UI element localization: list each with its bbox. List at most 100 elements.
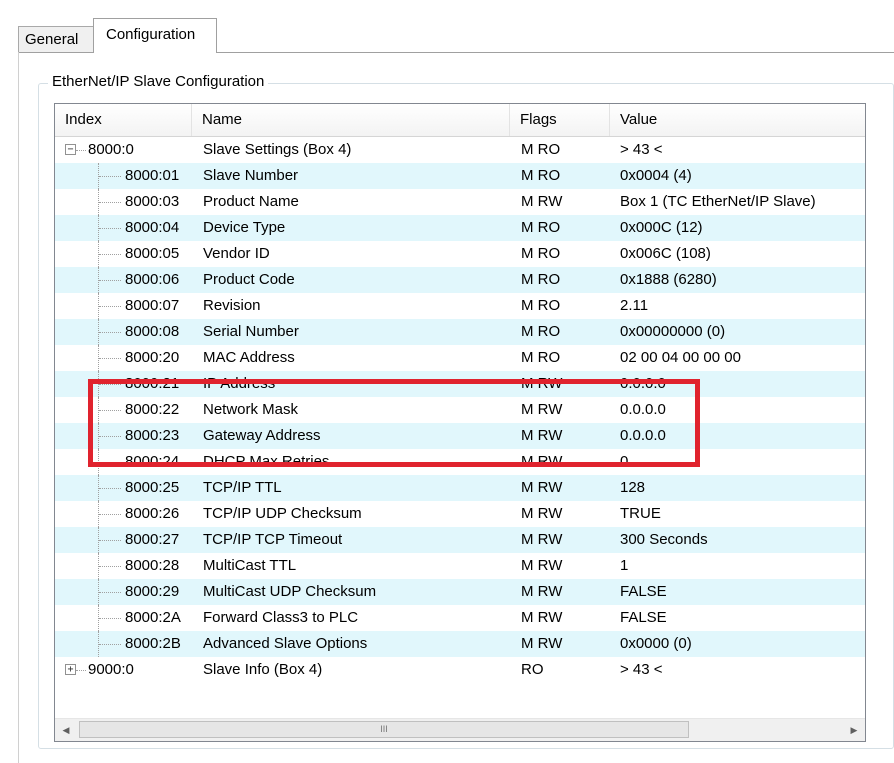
cell-value: > 43 < (620, 661, 663, 678)
cell-name: TCP/IP TCP Timeout (203, 531, 343, 548)
cell-index: 8000:29 (125, 583, 180, 600)
cell-value: 0 (620, 453, 629, 470)
cell-value: Box 1 (TC EtherNet/IP Slave) (620, 193, 816, 210)
panel-border (18, 52, 19, 763)
cell-value: 0x006C (108) (620, 245, 711, 262)
tree-connector (99, 436, 121, 437)
tree-connector (76, 670, 86, 671)
cell-value: 0.0.0.0 (620, 375, 666, 392)
cell-name: Slave Number (203, 167, 299, 184)
table-row[interactable]: 8000:25 TCP/IP TTL M RW 128 (55, 475, 865, 501)
cell-index: 8000:22 (125, 401, 180, 418)
table-row[interactable]: 8000:21 IP Address M RW 0.0.0.0 (55, 371, 865, 397)
cell-flags: RO (521, 661, 544, 678)
tab-configuration[interactable]: Configuration (93, 18, 217, 53)
table-row[interactable]: 8000:06 Product Code M RO 0x1888 (6280) (55, 267, 865, 293)
expand-icon[interactable]: + (65, 664, 76, 675)
cell-flags: M RW (521, 453, 563, 470)
cell-flags: M RW (521, 427, 563, 444)
tree-connector (99, 540, 121, 541)
cell-index: 8000:03 (125, 193, 180, 210)
table-row[interactable]: 8000:03 Product Name M RW Box 1 (TC EtherNe… (55, 189, 865, 215)
table-row[interactable]: 8000:07 Revision M RO 2.11 (55, 293, 865, 319)
cell-index: 8000:2A (125, 609, 181, 626)
tree-connector (99, 280, 121, 281)
cell-value: 128 (620, 479, 646, 496)
horizontal-scrollbar[interactable]: ◀ III ▶ (55, 718, 865, 741)
cell-name: IP Address (203, 375, 276, 392)
cell-flags: M RO (521, 245, 561, 262)
scroll-thumb[interactable]: III (79, 721, 689, 738)
tree-connector (99, 306, 121, 307)
cell-name: TCP/IP TTL (203, 479, 282, 496)
cell-index: 9000:0 (88, 661, 134, 678)
table-row[interactable]: 8000:20 MAC Address M RO 02 00 04 00 00 00 (55, 345, 865, 371)
table-row[interactable]: 8000:26 TCP/IP UDP Checksum M RW TRUE (55, 501, 865, 527)
table-row[interactable]: 8000:22 Network Mask M RW 0.0.0.0 (55, 397, 865, 423)
cell-value: 0x0000 (0) (620, 635, 692, 652)
cell-name: MultiCast UDP Checksum (203, 583, 377, 600)
cell-flags: M RO (521, 349, 561, 366)
scroll-right-icon[interactable]: ▶ (843, 719, 865, 741)
table-row[interactable]: 8000:23 Gateway Address M RW 0.0.0.0 (55, 423, 865, 449)
cell-index: 8000:06 (125, 271, 180, 288)
cell-name: Vendor ID (203, 245, 270, 262)
cell-index: 8000:04 (125, 219, 180, 236)
cell-name: Network Mask (203, 401, 299, 418)
cell-value: 2.11 (620, 297, 649, 314)
tree-connector (99, 618, 121, 619)
cell-flags: M RW (521, 401, 563, 418)
cell-index: 8000:01 (125, 167, 180, 184)
cell-value: 0x1888 (6280) (620, 271, 717, 288)
tab-general[interactable]: General (18, 26, 94, 52)
table-row[interactable]: 8000:05 Vendor ID M RO 0x006C (108) (55, 241, 865, 267)
cell-name: MultiCast TTL (203, 557, 297, 574)
cell-flags: M RW (521, 375, 563, 392)
table-row[interactable]: 8000:2B Advanced Slave Options M RW 0x0000 … (55, 631, 865, 657)
cell-index: 8000:0 (88, 141, 134, 158)
tree-connector (99, 592, 121, 593)
column-header-flags[interactable]: Flags (510, 104, 610, 136)
cell-flags: M RO (521, 219, 561, 236)
table-row[interactable]: 8000:29 MultiCast UDP Checksum M RW FALSE (55, 579, 865, 605)
cell-index: 8000:20 (125, 349, 180, 366)
table-row[interactable]: 8000:08 Serial Number M RO 0x00000000 (0) (55, 319, 865, 345)
cell-name: Gateway Address (203, 427, 321, 444)
cell-flags: M RO (521, 297, 561, 314)
cell-value: 0x0004 (4) (620, 167, 692, 184)
cell-flags: M RW (521, 583, 563, 600)
tree-connector (99, 488, 121, 489)
table-row[interactable]: +9000:0 Slave Info (Box 4) RO > 43 < (55, 657, 865, 683)
cell-index: 8000:28 (125, 557, 180, 574)
tree-connector (99, 358, 121, 359)
column-header-index[interactable]: Index (55, 104, 192, 136)
cell-flags: M RO (521, 167, 561, 184)
table-row[interactable]: 8000:27 TCP/IP TCP Timeout M RW 300 Seconds (55, 527, 865, 553)
table-row[interactable]: 8000:01 Slave Number M RO 0x0004 (4) (55, 163, 865, 189)
table-row[interactable]: 8000:04 Device Type M RO 0x000C (12) (55, 215, 865, 241)
group-title: EtherNet/IP Slave Configuration (48, 73, 269, 90)
table-row[interactable]: 8000:28 MultiCast TTL M RW 1 (55, 553, 865, 579)
scroll-left-icon[interactable]: ◀ (55, 719, 77, 741)
table-row[interactable]: − 8000:0 Slave Settings (Box 4) M RO > 43 < (55, 137, 865, 163)
configuration-list[interactable]: Index Name Flags Value − 8000:0 Slave Sett… (54, 103, 866, 742)
cell-name: TCP/IP UDP Checksum (203, 505, 362, 522)
tree-connector (99, 332, 121, 333)
table-row[interactable]: 8000:24 DHCP Max Retries M RW 0 (55, 449, 865, 475)
cell-index: 8000:21 (125, 375, 180, 392)
tree-connector (99, 410, 121, 411)
cell-value: TRUE (620, 505, 661, 522)
column-header-name[interactable]: Name (192, 104, 510, 136)
column-header-value[interactable]: Value (610, 104, 865, 136)
tree-connector (99, 566, 121, 567)
collapse-icon[interactable]: − (65, 144, 76, 155)
tree-connector (99, 228, 121, 229)
cell-name: MAC Address (203, 349, 295, 366)
cell-index: 8000:08 (125, 323, 180, 340)
cell-value: 0x00000000 (0) (620, 323, 726, 340)
table-row[interactable]: 8000:2A Forward Class3 to PLC M RW FALSE (55, 605, 865, 631)
tree-connector (99, 514, 121, 515)
cell-index: 8000:2B (125, 635, 181, 652)
cell-index: 8000:07 (125, 297, 180, 314)
cell-flags: M RO (521, 323, 561, 340)
